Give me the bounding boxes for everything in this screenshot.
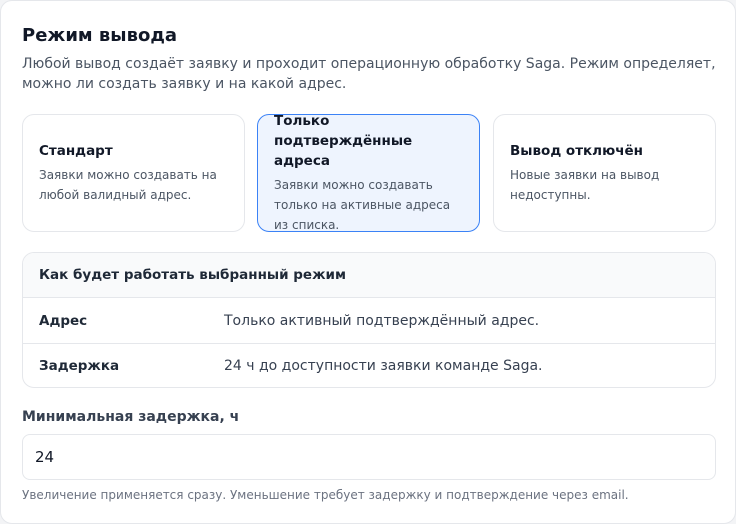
table-row: Адрес Только активный подтверждённый адр… (23, 298, 715, 343)
withdrawal-mode-panel: Режим вывода Любой вывод создаёт заявку … (0, 0, 736, 524)
mode-options: Стандарт Заявки можно создавать на любой… (22, 113, 716, 232)
mode-option-text: Новые заявки на вывод недоступны. (510, 168, 660, 202)
delay-hint: Увеличение применяется сразу. Уменьшение… (22, 488, 629, 502)
mode-summary-table: Как будет работать выбранный режим Адрес… (22, 252, 716, 388)
section-description: Любой вывод создаёт заявку и проходит оп… (22, 56, 716, 92)
mode-option-disabled[interactable]: Вывод отключён Новые заявки на вывод нед… (493, 114, 716, 232)
mode-option-title: Вывод отключён (510, 143, 643, 159)
mode-option-text: Заявки можно создавать на любой валидный… (39, 168, 217, 202)
table-row: Задержка 24 ч до доступности заявки кома… (23, 343, 715, 387)
mode-option-title: Стандарт (39, 143, 113, 159)
summary-value: 24 ч до доступности заявки команде Saga. (224, 358, 543, 374)
delay-field-label: Минимальная задержка, ч (22, 409, 240, 425)
mode-option-text: Заявки можно создавать только на активны… (274, 178, 451, 232)
summary-value: Только активный подтверждённый адрес. (224, 312, 540, 329)
mode-summary-heading: Как будет работать выбранный режим (23, 253, 715, 298)
mode-option-title: Только подтверждённые адреса (274, 113, 413, 169)
section-title: Режим вывода (22, 25, 178, 46)
summary-key: Задержка (39, 358, 120, 374)
mode-option-standard[interactable]: Стандарт Заявки можно создавать на любой… (22, 114, 245, 232)
summary-key: Адрес (39, 312, 88, 329)
mode-option-verified-only[interactable]: Только подтверждённые адреса Заявки можн… (257, 113, 480, 232)
delay-input[interactable] (22, 434, 716, 480)
